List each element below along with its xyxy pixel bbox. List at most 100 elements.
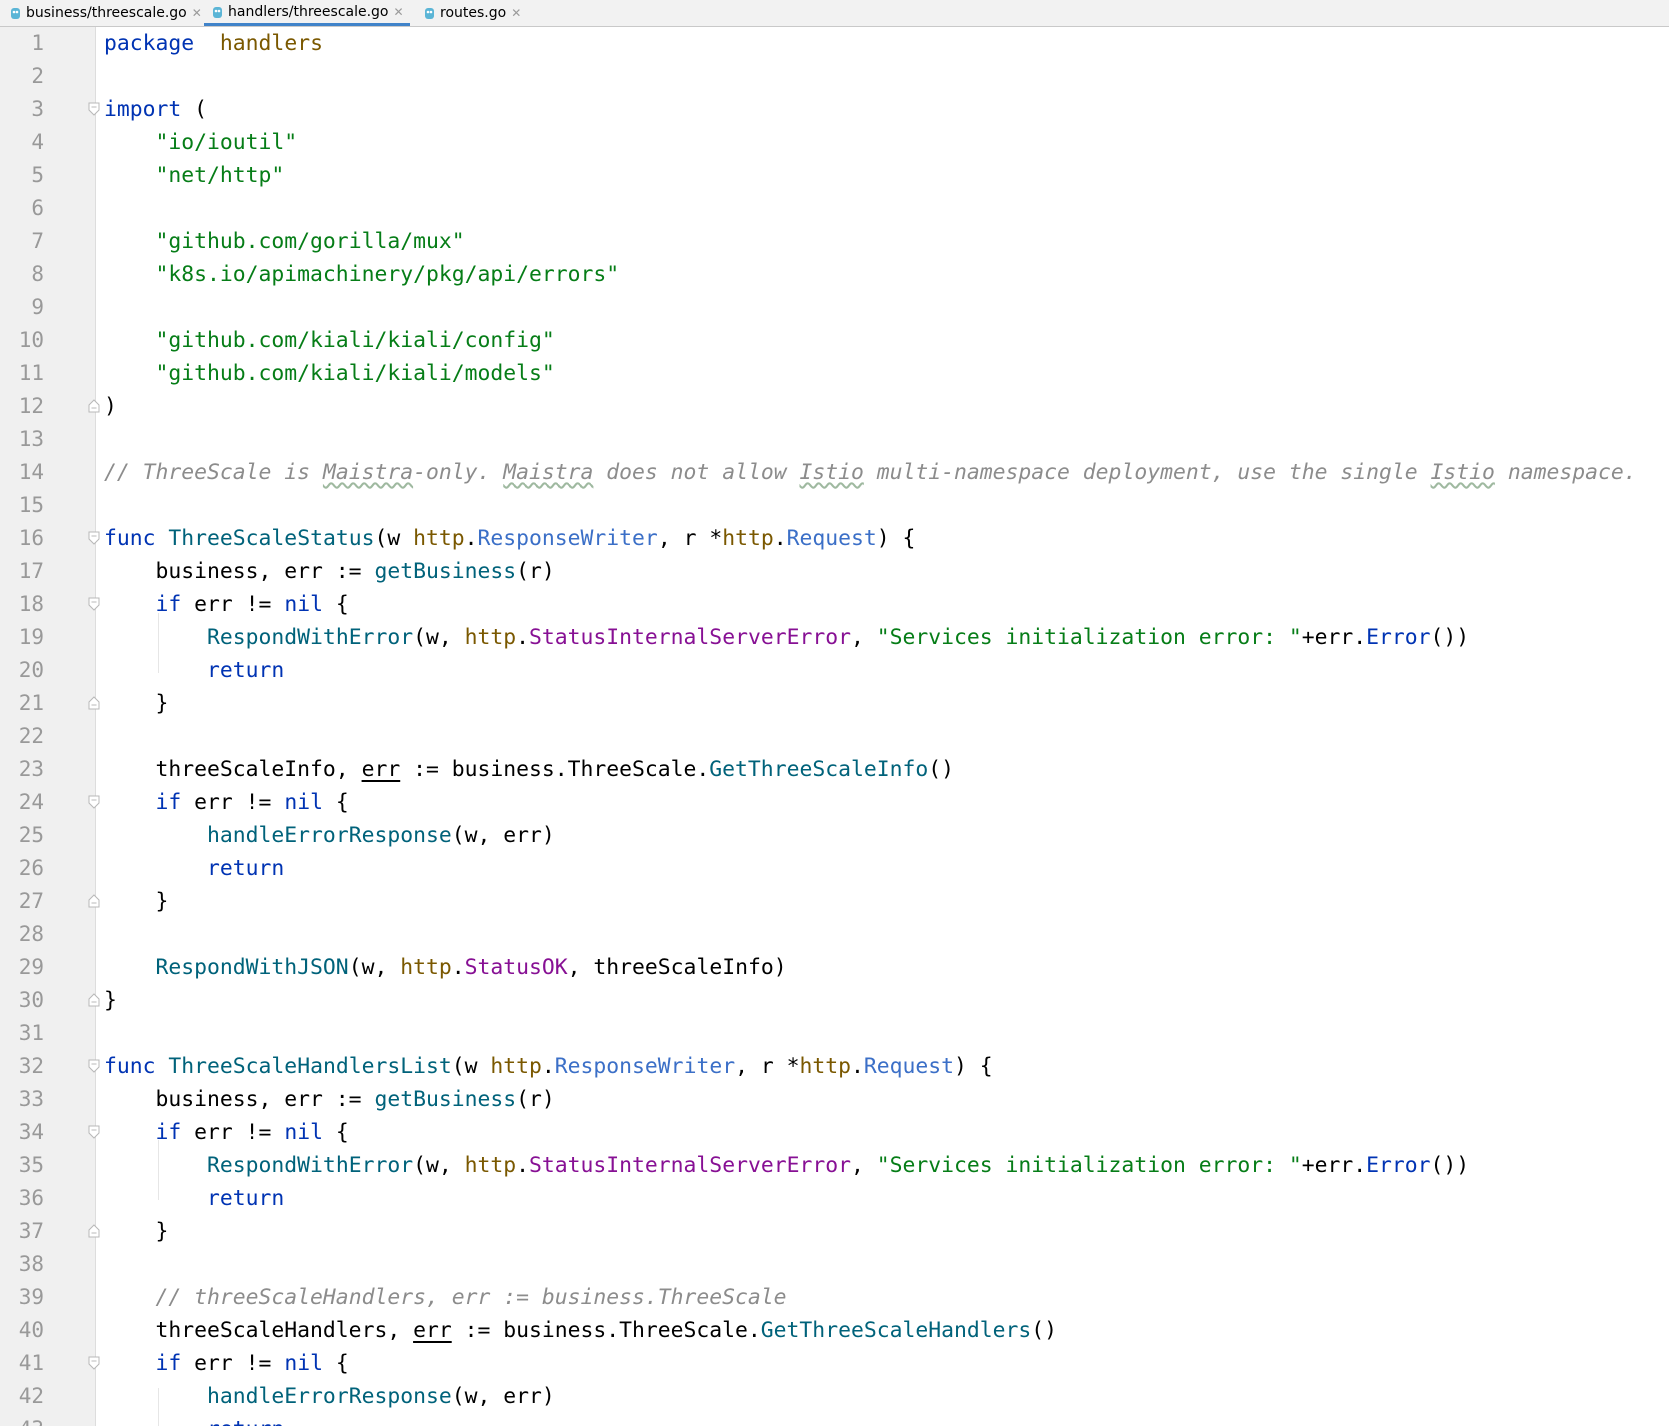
code-line[interactable]: 36 return: [0, 1182, 1669, 1215]
code-line[interactable]: 7 "github.com/gorilla/mux": [0, 225, 1669, 258]
line-number: 13: [18, 427, 44, 451]
line-number: 25: [18, 823, 44, 847]
code-line[interactable]: 22: [0, 720, 1669, 753]
line-number: 40: [18, 1318, 44, 1342]
code-text: return: [207, 856, 285, 881]
tab-handlers-threescale[interactable]: handlers/threescale.go ✕: [204, 0, 410, 26]
line-number: 20: [18, 658, 44, 682]
code-line[interactable]: 29 RespondWithJSON(w, http.StatusOK, thr…: [0, 951, 1669, 984]
code-text: handleErrorResponse(w, err): [207, 823, 555, 848]
line-number: 3: [31, 97, 44, 121]
code-line[interactable]: 8 "k8s.io/apimachinery/pkg/api/errors": [0, 258, 1669, 291]
code-text: handleErrorResponse(w, err): [207, 1384, 555, 1409]
close-icon[interactable]: ✕: [394, 5, 404, 19]
code-line[interactable]: 20 return: [0, 654, 1669, 687]
code-line[interactable]: 32 func ThreeScaleHandlersList(w http.Res…: [0, 1050, 1669, 1083]
code-line[interactable]: 40 threeScaleHandlers, err := business.T…: [0, 1314, 1669, 1347]
code-line[interactable]: 28: [0, 918, 1669, 951]
code-text: if err != nil {: [155, 592, 349, 617]
code-text: return: [207, 1186, 285, 1211]
line-number: 6: [31, 196, 44, 220]
code-line[interactable]: 31: [0, 1017, 1669, 1050]
fold-close-icon[interactable]: [88, 399, 100, 413]
code-line[interactable]: 23 threeScaleInfo, err := business.Three…: [0, 753, 1669, 786]
fold-open-icon[interactable]: [88, 1125, 100, 1139]
code-line[interactable]: 34 if err != nil {: [0, 1116, 1669, 1149]
tab-business-threescale[interactable]: business/threescale.go ✕: [2, 0, 208, 26]
code-text: "k8s.io/apimachinery/pkg/api/errors": [155, 262, 620, 287]
fold-open-icon[interactable]: [88, 597, 100, 611]
fold-open-icon[interactable]: [88, 102, 100, 116]
code-line[interactable]: 41 if err != nil {: [0, 1347, 1669, 1380]
line-number: 38: [18, 1252, 44, 1276]
fold-open-icon[interactable]: [88, 1059, 100, 1073]
code-text: func ThreeScaleStatus(w http.ResponseWri…: [104, 526, 916, 551]
code-line[interactable]: 10 "github.com/kiali/kiali/config": [0, 324, 1669, 357]
close-icon[interactable]: ✕: [192, 6, 202, 20]
code-line[interactable]: 13: [0, 423, 1669, 456]
fold-open-icon[interactable]: [88, 795, 100, 809]
code-line[interactable]: 25 handleErrorResponse(w, err): [0, 819, 1669, 852]
code-line[interactable]: 26 return: [0, 852, 1669, 885]
code-text: // threeScaleHandlers, err := business.T…: [155, 1285, 787, 1310]
line-number: 34: [18, 1120, 44, 1144]
code-line[interactable]: 16 func ThreeScaleStatus(w http.ResponseW…: [0, 522, 1669, 555]
line-number: 37: [18, 1219, 44, 1243]
code-line[interactable]: 24 if err != nil {: [0, 786, 1669, 819]
code-editor[interactable]: 1 package handlers 2 3 import (4 "io/ioutil"…: [0, 27, 1669, 1426]
code-line[interactable]: 27 }: [0, 885, 1669, 918]
code-line[interactable]: 3 import (: [0, 93, 1669, 126]
fold-open-icon[interactable]: [88, 1356, 100, 1370]
fold-close-icon[interactable]: [88, 993, 100, 1007]
code-line[interactable]: 19 RespondWithError(w, http.StatusIntern…: [0, 621, 1669, 654]
code-line[interactable]: 33 business, err := getBusiness(r): [0, 1083, 1669, 1116]
code-line[interactable]: 18 if err != nil {: [0, 588, 1669, 621]
code-text: "io/ioutil": [155, 130, 298, 155]
code-line[interactable]: 15: [0, 489, 1669, 522]
fold-open-icon[interactable]: [88, 531, 100, 545]
fold-close-icon[interactable]: [88, 696, 100, 710]
code-text: threeScaleInfo, err := business.ThreeSca…: [104, 757, 955, 782]
code-text: }: [104, 988, 117, 1013]
code-line[interactable]: 30}: [0, 984, 1669, 1017]
fold-close-icon[interactable]: [88, 1224, 100, 1238]
code-line[interactable]: 35 RespondWithError(w, http.StatusIntern…: [0, 1149, 1669, 1182]
code-line[interactable]: 11 "github.com/kiali/kiali/models": [0, 357, 1669, 390]
code-line[interactable]: 37 }: [0, 1215, 1669, 1248]
code-line[interactable]: 5 "net/http": [0, 159, 1669, 192]
code-line[interactable]: 17 business, err := getBusiness(r): [0, 555, 1669, 588]
code-line[interactable]: 12): [0, 390, 1669, 423]
code-text: business, err := getBusiness(r): [104, 1087, 555, 1112]
line-number: 35: [18, 1153, 44, 1177]
code-line[interactable]: 38: [0, 1248, 1669, 1281]
close-icon[interactable]: ✕: [511, 6, 521, 20]
code-text: RespondWithJSON(w, http.StatusOK, threeS…: [155, 955, 787, 980]
code-line[interactable]: 9: [0, 291, 1669, 324]
line-number: 14: [18, 460, 44, 484]
tab-routes[interactable]: routes.go ✕: [416, 0, 527, 26]
code-line[interactable]: 21 }: [0, 687, 1669, 720]
go-file-icon: [11, 8, 20, 19]
line-number: 11: [18, 361, 44, 385]
fold-close-icon[interactable]: [88, 894, 100, 908]
go-file-icon: [213, 6, 222, 18]
line-number: 1: [31, 31, 44, 55]
code-line[interactable]: 43 return: [0, 1413, 1669, 1426]
code-text: if err != nil {: [155, 1120, 349, 1145]
code-line[interactable]: 42 handleErrorResponse(w, err): [0, 1380, 1669, 1413]
code-text: if err != nil {: [155, 1351, 349, 1376]
code-line[interactable]: 2: [0, 60, 1669, 93]
code-line[interactable]: 6: [0, 192, 1669, 225]
code-text: ): [104, 394, 117, 419]
line-number: 23: [18, 757, 44, 781]
code-line[interactable]: 4 "io/ioutil": [0, 126, 1669, 159]
line-number: 12: [18, 394, 44, 418]
code-line[interactable]: 14 // ThreeScale is Maistra-only. Maistra…: [0, 456, 1669, 489]
code-text: RespondWithError(w, http.StatusInternalS…: [207, 625, 1470, 650]
code-line[interactable]: 1 package handlers: [0, 27, 1669, 60]
code-line[interactable]: 39 // threeScaleHandlers, err := busines…: [0, 1281, 1669, 1314]
line-number: 36: [18, 1186, 44, 1210]
line-number: 33: [18, 1087, 44, 1111]
line-number: 7: [31, 229, 44, 253]
code-text: }: [104, 691, 169, 716]
